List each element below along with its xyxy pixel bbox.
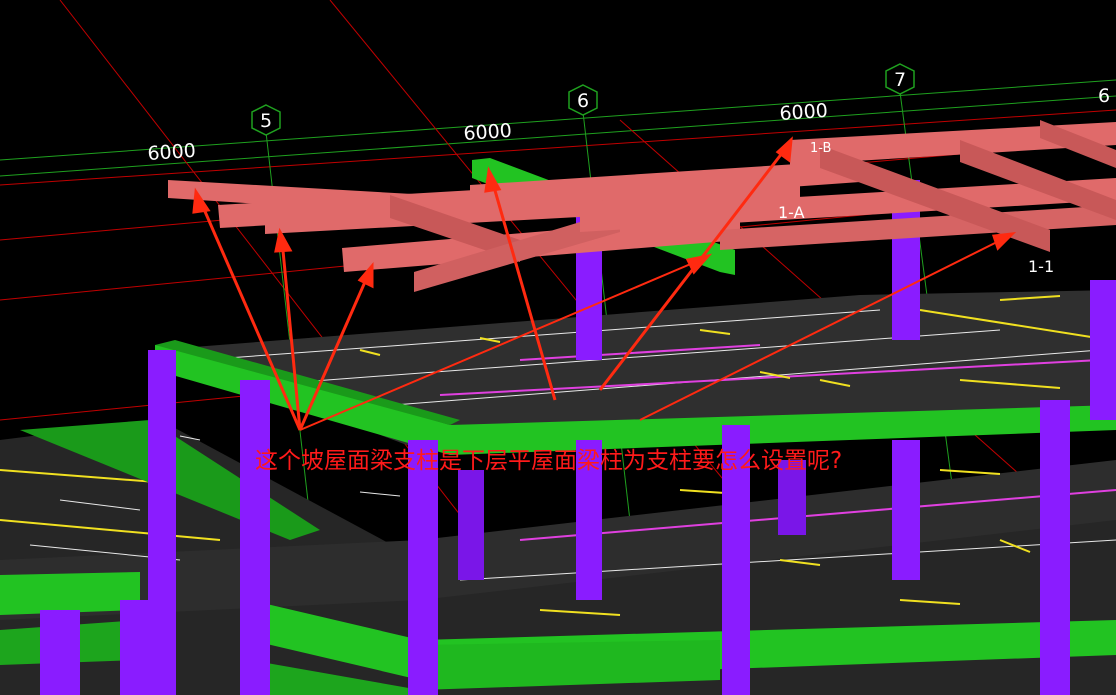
- question-annotation: 这个坡屋面梁支柱是下层平屋面梁柱为支柱要怎么设置呢?: [255, 448, 842, 474]
- axis-number-5: 5: [260, 110, 272, 132]
- axis-number-7: 7: [894, 69, 906, 91]
- span-label-1: 6000: [147, 140, 197, 165]
- axis-number-6: 6: [577, 90, 589, 112]
- axis-bubble-7[interactable]: 7: [885, 63, 915, 95]
- span-label-3: 6000: [779, 100, 829, 125]
- sloped-roof-beams[interactable]: [168, 120, 1116, 292]
- axis-bubble-5[interactable]: 5: [251, 104, 281, 136]
- axis-line-label-1b: 1-B: [810, 141, 831, 156]
- span-label-2: 6000: [463, 120, 513, 145]
- axis-line-label-1a: 1-A: [778, 203, 805, 222]
- axis-line-label-1-1: 1-1: [1028, 257, 1054, 276]
- axis-number-partial: 6: [1098, 85, 1110, 107]
- axis-bubble-6[interactable]: 6: [568, 84, 598, 116]
- structure-3d-scene[interactable]: 1-A 1-1 1-B 6000 6000 6000 5 6 7 6 这个坡屋面…: [0, 0, 1116, 695]
- span-dimensions: 6000 6000 6000: [147, 100, 829, 165]
- axis-bubbles[interactable]: 5 6 7 6: [251, 63, 1110, 136]
- 3d-model-viewport[interactable]: 1-A 1-1 1-B 6000 6000 6000 5 6 7 6 这个坡屋面…: [0, 0, 1116, 695]
